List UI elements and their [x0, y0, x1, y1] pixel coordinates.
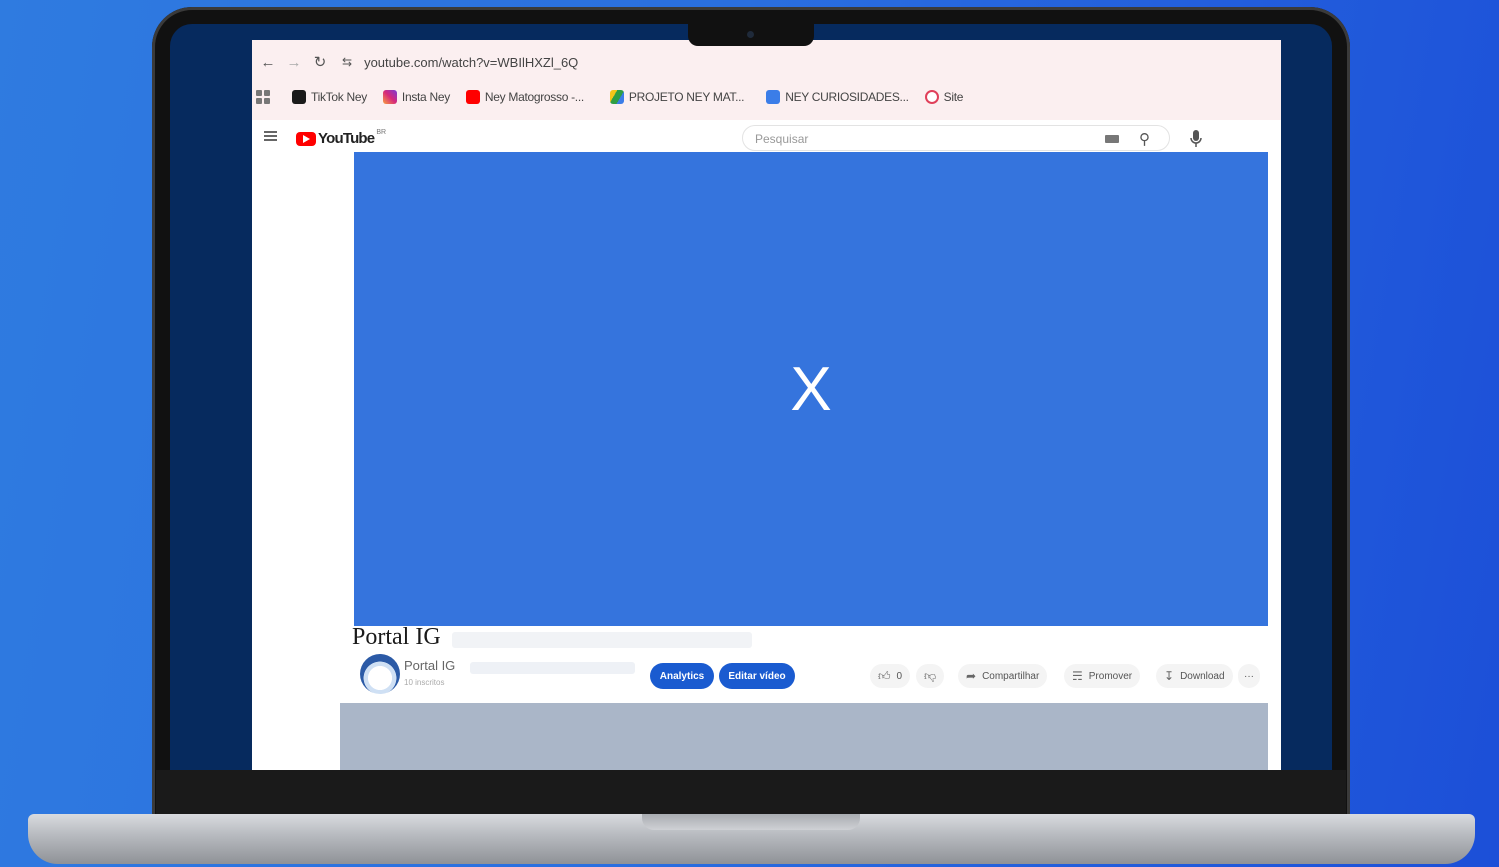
edit-video-button[interactable]: Editar vídeo	[719, 663, 795, 689]
content-panel	[340, 703, 1268, 770]
arrow-right-icon[interactable]: →	[284, 52, 304, 72]
bookmark-label: Site	[943, 90, 964, 104]
channel-placeholder-bar	[470, 662, 635, 674]
download-button[interactable]: ↧ Download	[1156, 664, 1233, 688]
bookmark-label: Insta Ney	[401, 90, 450, 104]
title-placeholder-bar	[452, 632, 752, 648]
share-button[interactable]: ➦ Compartilhar	[958, 664, 1048, 688]
bookmark-label: NEY CURIOSIDADES...	[785, 90, 909, 104]
download-label: Download	[1180, 670, 1225, 682]
search-input[interactable]: Pesquisar ⚲	[742, 125, 1170, 151]
bookmark-drive[interactable]: PROJETO NEY MAT...	[609, 90, 745, 104]
tune-icon[interactable]: ⇆	[342, 55, 352, 69]
analytics-button[interactable]: Analytics	[650, 663, 714, 689]
search-icon[interactable]: ⚲	[1139, 130, 1150, 148]
megaphone-icon: ☴	[1072, 669, 1083, 683]
thumbs-up-icon: 👍︎	[878, 668, 891, 683]
menu-icon[interactable]	[264, 131, 277, 141]
url-text: youtube.com/watch?v=WBIlHXZl_6Q	[364, 54, 579, 70]
browser-screen: ← → ↻ ⇆ youtube.com/watch?v=WBIlHXZl_6Q …	[252, 40, 1281, 770]
channel-name[interactable]: Portal IG	[404, 658, 455, 673]
bookmark-youtube[interactable]: Ney Matogrosso -...	[465, 90, 584, 104]
share-label: Compartilhar	[982, 670, 1040, 682]
drive-icon	[609, 90, 624, 104]
youtube-header: YouTube BR Pesquisar ⚲	[252, 120, 1281, 156]
bookmark-site[interactable]: Site	[924, 90, 964, 104]
promote-button[interactable]: ☴ Promover	[1064, 664, 1141, 688]
bookmark-docs[interactable]: NEY CURIOSIDADES...	[766, 90, 909, 104]
player-overlay-text: X	[790, 354, 832, 424]
share-icon: ➦	[966, 669, 977, 683]
youtube-logo[interactable]: YouTube BR	[296, 129, 387, 147]
camera-notch	[688, 24, 814, 46]
bookmark-instagram[interactable]: Insta Ney	[382, 90, 450, 104]
reload-icon[interactable]: ↻	[310, 52, 330, 72]
channel-row: Portal IG 10 inscritos Analytics Editar …	[360, 654, 1272, 698]
address-bar[interactable]: ⇆ youtube.com/watch?v=WBIlHXZl_6Q	[342, 55, 578, 70]
bookmark-tiktok[interactable]: TikTok Ney	[292, 90, 367, 104]
docs-icon	[766, 90, 781, 104]
tiktok-icon	[292, 90, 306, 104]
download-icon: ↧	[1164, 669, 1175, 683]
site-icon	[924, 90, 939, 104]
instagram-icon	[382, 90, 397, 104]
youtube-wordmark: YouTube	[318, 130, 375, 147]
region-label: BR	[376, 129, 387, 136]
dislike-button[interactable]: 👎︎	[916, 664, 945, 688]
thumbs-down-icon: 👎︎	[924, 668, 937, 683]
browser-chrome: ← → ↻ ⇆ youtube.com/watch?v=WBIlHXZl_6Q …	[252, 40, 1281, 120]
bookmark-label: TikTok Ney	[311, 90, 367, 104]
apps-grid-icon[interactable]	[256, 90, 270, 104]
like-button[interactable]: 👍︎ 0	[870, 664, 911, 688]
browser-nav-row: ← → ↻ ⇆ youtube.com/watch?v=WBIlHXZl_6Q	[252, 48, 1281, 76]
keyboard-icon[interactable]	[1105, 135, 1119, 143]
arrow-left-icon[interactable]: ←	[258, 52, 278, 72]
bookmark-label: PROJETO NEY MAT...	[628, 90, 745, 104]
bookmark-label: Ney Matogrosso -...	[484, 90, 584, 104]
search-placeholder: Pesquisar	[755, 132, 809, 146]
more-icon: ···	[1244, 670, 1254, 682]
video-player[interactable]: X	[354, 152, 1268, 626]
camera-icon	[747, 31, 754, 38]
bookmarks-bar: TikTok Ney Insta Ney Ney Matogrosso -...…	[252, 84, 1281, 110]
more-actions-button[interactable]: ···	[1238, 664, 1260, 688]
laptop-chin	[156, 770, 1346, 814]
channel-subscribers: 10 inscritos	[404, 678, 445, 687]
promote-label: Promover	[1088, 670, 1133, 682]
youtube-icon	[465, 90, 480, 104]
channel-avatar[interactable]	[360, 654, 400, 694]
youtube-play-icon	[296, 131, 316, 146]
microphone-icon[interactable]	[1188, 129, 1204, 149]
laptop-opening-notch	[642, 814, 860, 830]
like-count: 0	[896, 670, 903, 682]
video-title: Portal IG	[352, 624, 441, 650]
